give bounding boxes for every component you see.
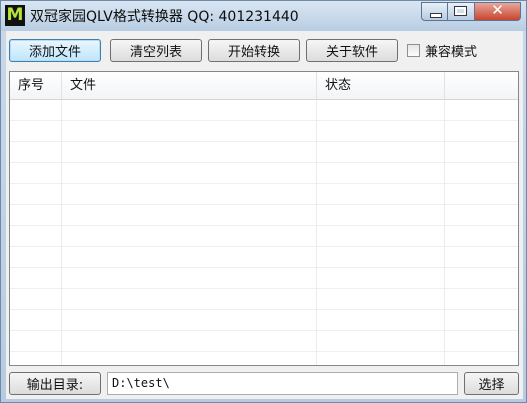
- app-window: M 双冠家园QLV格式转换器 QQ: 401231440 ✕ 添加文件 清空列表…: [0, 0, 527, 403]
- maximize-icon: [454, 6, 467, 16]
- maximize-button[interactable]: [448, 2, 475, 21]
- start-convert-button[interactable]: 开始转换: [208, 39, 300, 62]
- output-path-field[interactable]: D:\test\: [107, 372, 458, 395]
- minimize-button[interactable]: [421, 2, 448, 21]
- column-header-status[interactable]: 状态: [317, 72, 445, 99]
- output-dir-button[interactable]: 输出目录:: [9, 372, 101, 395]
- client-area: 添加文件 清空列表 开始转换 关于软件 兼容模式 序号 文件 状态 输出目录: …: [6, 31, 523, 399]
- list-body[interactable]: [10, 100, 518, 365]
- window-controls: ✕: [421, 1, 521, 21]
- about-button[interactable]: 关于软件: [306, 39, 398, 62]
- file-list[interactable]: 序号 文件 状态: [9, 71, 519, 366]
- close-icon: ✕: [491, 1, 504, 19]
- clear-list-button[interactable]: 清空列表: [110, 39, 202, 62]
- column-header-index[interactable]: 序号: [10, 72, 62, 99]
- window-title: 双冠家园QLV格式转换器 QQ: 401231440: [30, 9, 299, 25]
- column-header-file[interactable]: 文件: [62, 72, 317, 99]
- column-header-extra[interactable]: [445, 72, 518, 99]
- compat-mode-label: 兼容模式: [425, 45, 478, 60]
- choose-dir-button[interactable]: 选择: [464, 372, 519, 395]
- minimize-icon: [430, 13, 442, 18]
- title-bar[interactable]: M 双冠家园QLV格式转换器 QQ: 401231440 ✕: [1, 1, 526, 31]
- close-button[interactable]: ✕: [475, 1, 521, 21]
- compat-mode-checkbox[interactable]: [407, 44, 420, 57]
- add-file-button[interactable]: 添加文件: [9, 39, 101, 62]
- app-logo-icon: M: [5, 5, 25, 26]
- list-header: 序号 文件 状态: [10, 72, 518, 100]
- compat-mode-option[interactable]: 兼容模式: [407, 41, 477, 60]
